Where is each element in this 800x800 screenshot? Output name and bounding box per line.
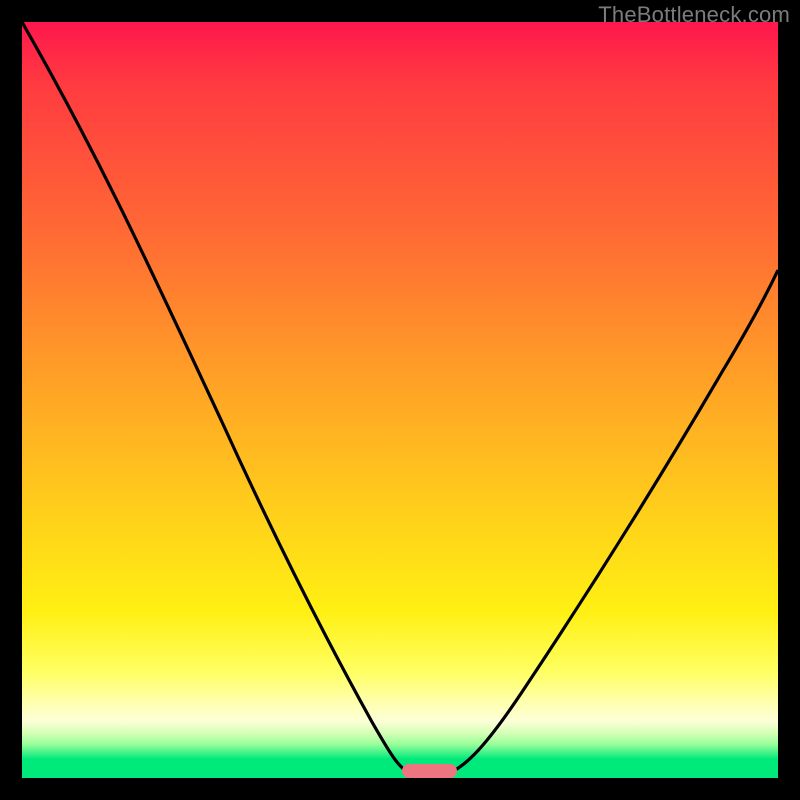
attribution-label: TheBottleneck.com [598,2,790,28]
bottleneck-curve [22,22,778,778]
chart-frame: TheBottleneck.com [0,0,800,800]
bottleneck-marker [402,764,457,778]
plot-area [22,22,778,778]
